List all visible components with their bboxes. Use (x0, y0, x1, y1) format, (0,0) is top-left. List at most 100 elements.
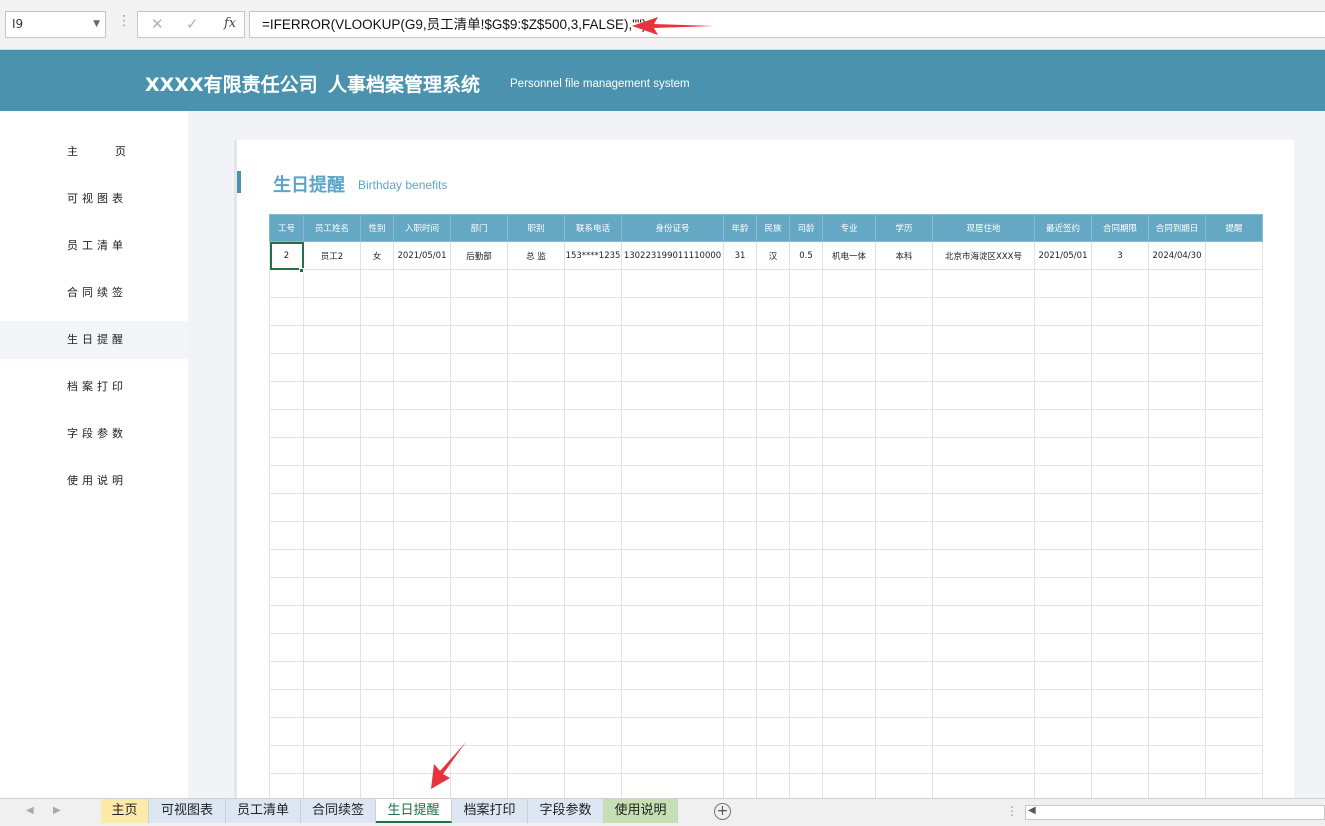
table-cell[interactable]: 本科 (875, 241, 933, 270)
table-cell[interactable]: 女 (360, 241, 394, 270)
table-cell[interactable] (789, 521, 823, 550)
table-cell[interactable] (723, 437, 757, 466)
table-cell[interactable] (789, 409, 823, 438)
table-cell[interactable] (1205, 717, 1263, 746)
sidebar-item-birthday-reminder[interactable]: 生日提醒 (0, 321, 188, 359)
table-cell[interactable] (507, 465, 565, 494)
table-cell[interactable] (932, 661, 1035, 690)
table-cell[interactable] (450, 353, 508, 382)
table-cell[interactable] (621, 577, 724, 606)
sheet-tab[interactable]: 字段参数 (528, 799, 604, 823)
table-cell[interactable] (303, 549, 361, 578)
table-cell[interactable]: 31 (723, 241, 757, 270)
table-cell[interactable] (1148, 745, 1206, 774)
table-cell[interactable] (1148, 661, 1206, 690)
table-cell[interactable] (1034, 661, 1092, 690)
sheet-tab[interactable]: 档案打印 (452, 799, 528, 823)
table-cell[interactable] (875, 269, 933, 298)
table-cell[interactable] (756, 437, 790, 466)
table-cell[interactable] (1034, 605, 1092, 634)
table-cell[interactable] (450, 745, 508, 774)
table-cell[interactable] (621, 745, 724, 774)
table-cell[interactable] (1034, 493, 1092, 522)
table-cell[interactable] (450, 521, 508, 550)
table-cell[interactable]: 130223199011110000 (621, 241, 724, 270)
table-cell[interactable] (723, 717, 757, 746)
table-cell[interactable] (450, 465, 508, 494)
table-cell[interactable] (360, 465, 394, 494)
table-cell[interactable] (756, 745, 790, 774)
table-cell[interactable] (1148, 633, 1206, 662)
table-cell[interactable] (932, 577, 1035, 606)
table-cell[interactable] (393, 325, 451, 354)
table-cell[interactable] (932, 549, 1035, 578)
table-cell[interactable] (360, 549, 394, 578)
horizontal-scrollbar[interactable]: ◀ (1025, 805, 1325, 820)
table-cell[interactable] (621, 465, 724, 494)
table-cell[interactable] (360, 717, 394, 746)
table-cell[interactable] (450, 381, 508, 410)
table-cell[interactable] (360, 633, 394, 662)
table-cell[interactable] (303, 577, 361, 606)
table-cell[interactable] (360, 325, 394, 354)
table-cell[interactable] (269, 465, 304, 494)
table-cell[interactable] (822, 381, 876, 410)
table-cell[interactable] (1148, 605, 1206, 634)
table-cell[interactable] (507, 409, 565, 438)
table-cell[interactable] (723, 577, 757, 606)
table-cell[interactable] (303, 521, 361, 550)
table-cell[interactable] (621, 605, 724, 634)
table-cell[interactable] (269, 409, 304, 438)
table-cell[interactable] (789, 661, 823, 690)
table-cell[interactable] (393, 717, 451, 746)
table-cell[interactable] (822, 465, 876, 494)
table-cell[interactable] (875, 605, 933, 634)
table-cell[interactable] (564, 493, 622, 522)
table-cell[interactable] (564, 297, 622, 326)
table-cell[interactable] (756, 269, 790, 298)
table-cell[interactable] (875, 745, 933, 774)
sheet-tab[interactable]: 使用说明 (604, 799, 678, 823)
table-cell[interactable] (789, 493, 823, 522)
table-cell[interactable] (756, 717, 790, 746)
table-cell[interactable] (1034, 409, 1092, 438)
table-cell[interactable] (303, 465, 361, 494)
table-cell[interactable] (1091, 297, 1149, 326)
table-cell[interactable] (1205, 521, 1263, 550)
table-cell[interactable] (393, 605, 451, 634)
table-cell[interactable] (269, 717, 304, 746)
table-cell[interactable]: 2021/05/01 (1034, 241, 1092, 270)
table-cell[interactable] (756, 493, 790, 522)
table-cell[interactable] (621, 381, 724, 410)
table-cell[interactable] (822, 689, 876, 718)
table-cell[interactable] (1205, 745, 1263, 774)
table-cell[interactable] (450, 269, 508, 298)
table-cell[interactable] (1091, 381, 1149, 410)
table-cell[interactable] (1148, 325, 1206, 354)
table-cell[interactable] (723, 605, 757, 634)
table-cell[interactable] (507, 745, 565, 774)
confirm-icon[interactable]: ✓ (186, 15, 199, 33)
table-cell[interactable] (1148, 297, 1206, 326)
table-cell[interactable] (875, 297, 933, 326)
table-cell[interactable] (621, 689, 724, 718)
table-cell[interactable] (1205, 605, 1263, 634)
table-cell[interactable] (1205, 325, 1263, 354)
prev-sheet-icon[interactable]: ◀ (26, 805, 34, 816)
table-cell[interactable] (564, 605, 622, 634)
table-cell[interactable] (1034, 269, 1092, 298)
table-cell[interactable] (1034, 549, 1092, 578)
table-cell[interactable] (507, 493, 565, 522)
table-cell[interactable] (1205, 689, 1263, 718)
table-cell[interactable] (1148, 409, 1206, 438)
table-cell[interactable] (360, 521, 394, 550)
table-cell[interactable] (822, 409, 876, 438)
table-cell[interactable] (1034, 437, 1092, 466)
table-cell[interactable] (875, 717, 933, 746)
table-cell[interactable] (1205, 269, 1263, 298)
table-cell[interactable] (932, 297, 1035, 326)
table-cell[interactable] (450, 493, 508, 522)
table-cell[interactable] (269, 577, 304, 606)
table-cell[interactable]: 3 (1091, 241, 1149, 270)
table-cell[interactable] (269, 521, 304, 550)
